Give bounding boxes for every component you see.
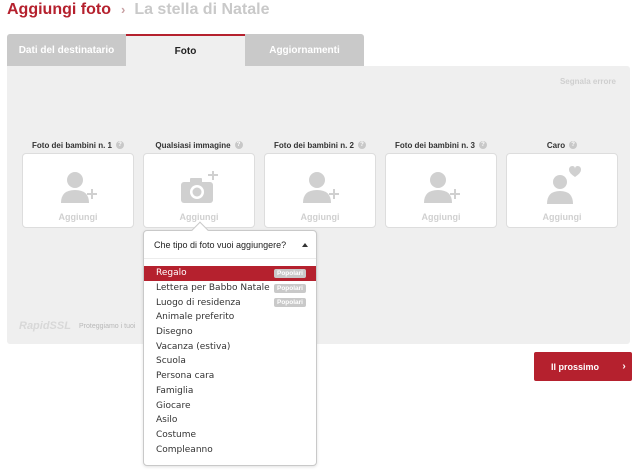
tab-updates[interactable]: Aggiornamenti: [245, 34, 364, 67]
dropdown-option[interactable]: Scuola: [144, 354, 316, 369]
person-heart-icon: [542, 165, 582, 212]
breadcrumb: Aggiungi foto › La stella di Natale: [7, 1, 269, 23]
popular-badge: Popolari: [273, 268, 306, 278]
photo-slot-dear: Caro ? Aggiungi: [506, 138, 618, 228]
dropdown-option[interactable]: Disegno: [144, 325, 316, 340]
photo-slot-children-1: Foto dei bambini n. 1 ? Aggiungi: [22, 138, 134, 228]
dropdown-option[interactable]: Lettera per Babbo Natale Popolari: [144, 281, 316, 296]
photo-slot-children-2: Foto dei bambini n. 2 ? Aggiungi: [264, 138, 376, 228]
help-icon[interactable]: ?: [479, 141, 487, 149]
ssl-note: Proteggiamo i tuoi: [79, 323, 136, 330]
dropdown-title: Che tipo di foto vuoi aggiungere?: [154, 239, 287, 250]
rapidssl-logo: RapidSSL: [19, 320, 71, 332]
dropdown-header[interactable]: Che tipo di foto vuoi aggiungere?: [144, 231, 316, 259]
popular-badge: Popolari: [273, 283, 306, 293]
photo-type-dropdown[interactable]: Che tipo di foto vuoi aggiungere? Regalo…: [143, 221, 317, 466]
add-photo-button[interactable]: Aggiungi: [385, 153, 497, 228]
add-photo-button[interactable]: Aggiungi: [143, 153, 255, 228]
dropdown-option[interactable]: Luogo di residenza Popolari: [144, 295, 316, 310]
breadcrumb-subtitle[interactable]: La stella di Natale: [134, 1, 269, 19]
slot-label: Foto dei bambini n. 2: [274, 140, 354, 150]
dropdown-options: Regalo Popolari Lettera per Babbo Natale…: [144, 266, 316, 457]
slot-label: Caro: [546, 140, 566, 150]
person-add-icon: [300, 171, 340, 212]
report-error-link[interactable]: Segnala errore: [560, 77, 616, 86]
slot-label: Foto dei bambini n. 1: [32, 140, 112, 150]
help-icon[interactable]: ?: [569, 141, 578, 149]
dropdown-option[interactable]: Vacanza (estiva): [144, 339, 316, 354]
add-label: Aggiungi: [542, 212, 582, 222]
photo-panel: Segnala errore Foto dei bambini n. 1 ? A…: [7, 66, 630, 344]
add-photo-button[interactable]: Aggiungi: [506, 153, 618, 228]
slot-label: Qualsiasi immagine: [155, 140, 231, 150]
dropdown-option[interactable]: Costume: [144, 428, 316, 443]
tab-photo[interactable]: Foto: [126, 34, 245, 67]
dropdown-option[interactable]: Giocare: [144, 398, 316, 413]
add-photo-button[interactable]: Aggiungi: [22, 153, 134, 228]
add-label: Aggiungi: [421, 212, 461, 222]
person-add-icon: [421, 171, 461, 212]
add-label: Aggiungi: [179, 212, 219, 222]
add-label: Aggiungi: [58, 212, 98, 222]
slot-label: Foto dei bambini n. 3: [395, 140, 475, 150]
chevron-right-icon: ›: [622, 361, 626, 372]
add-photo-button[interactable]: Aggiungi: [264, 153, 376, 228]
breadcrumb-separator: ›: [120, 2, 126, 17]
popular-badge: Popolari: [273, 298, 306, 308]
dropdown-option[interactable]: Animale preferito: [144, 310, 316, 325]
dropdown-option[interactable]: Famiglia: [144, 384, 316, 399]
dropdown-option[interactable]: Asilo: [144, 413, 316, 428]
chevron-up-icon[interactable]: [302, 243, 308, 247]
add-label: Aggiungi: [300, 212, 340, 222]
dropdown-option[interactable]: Compleanno: [144, 442, 316, 457]
photo-slot-children-3: Foto dei bambini n. 3 ? Aggiungi: [385, 138, 497, 228]
photo-slot-any-image: Qualsiasi immagine ? Aggiungi: [143, 138, 255, 228]
next-button[interactable]: Il prossimo ›: [534, 352, 632, 381]
next-button-label: Il prossimo: [550, 361, 599, 372]
camera-add-icon: [179, 170, 219, 212]
help-icon[interactable]: ?: [358, 141, 366, 149]
tab-recipient-data[interactable]: Dati del destinatario: [7, 34, 126, 67]
dropdown-option[interactable]: Persona cara: [144, 369, 316, 384]
help-icon[interactable]: ?: [116, 141, 124, 149]
person-add-icon: [58, 171, 98, 212]
dropdown-option[interactable]: Regalo Popolari: [144, 266, 316, 281]
tab-bar: Dati del destinatario Foto Aggiornamenti: [7, 34, 364, 67]
help-icon[interactable]: ?: [234, 141, 243, 149]
page-title: Aggiungi foto: [7, 1, 111, 18]
